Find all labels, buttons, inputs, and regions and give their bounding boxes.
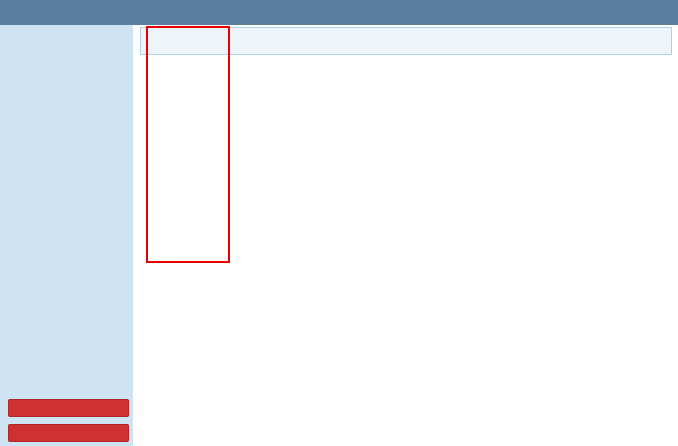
read-from-controller-button[interactable] — [8, 399, 129, 417]
table-header-row — [140, 27, 672, 55]
app-header — [0, 0, 678, 25]
highlight-rectangle — [146, 26, 230, 263]
sidebar — [0, 25, 133, 446]
config-table — [140, 25, 678, 446]
write-to-controller-button[interactable] — [8, 424, 129, 442]
